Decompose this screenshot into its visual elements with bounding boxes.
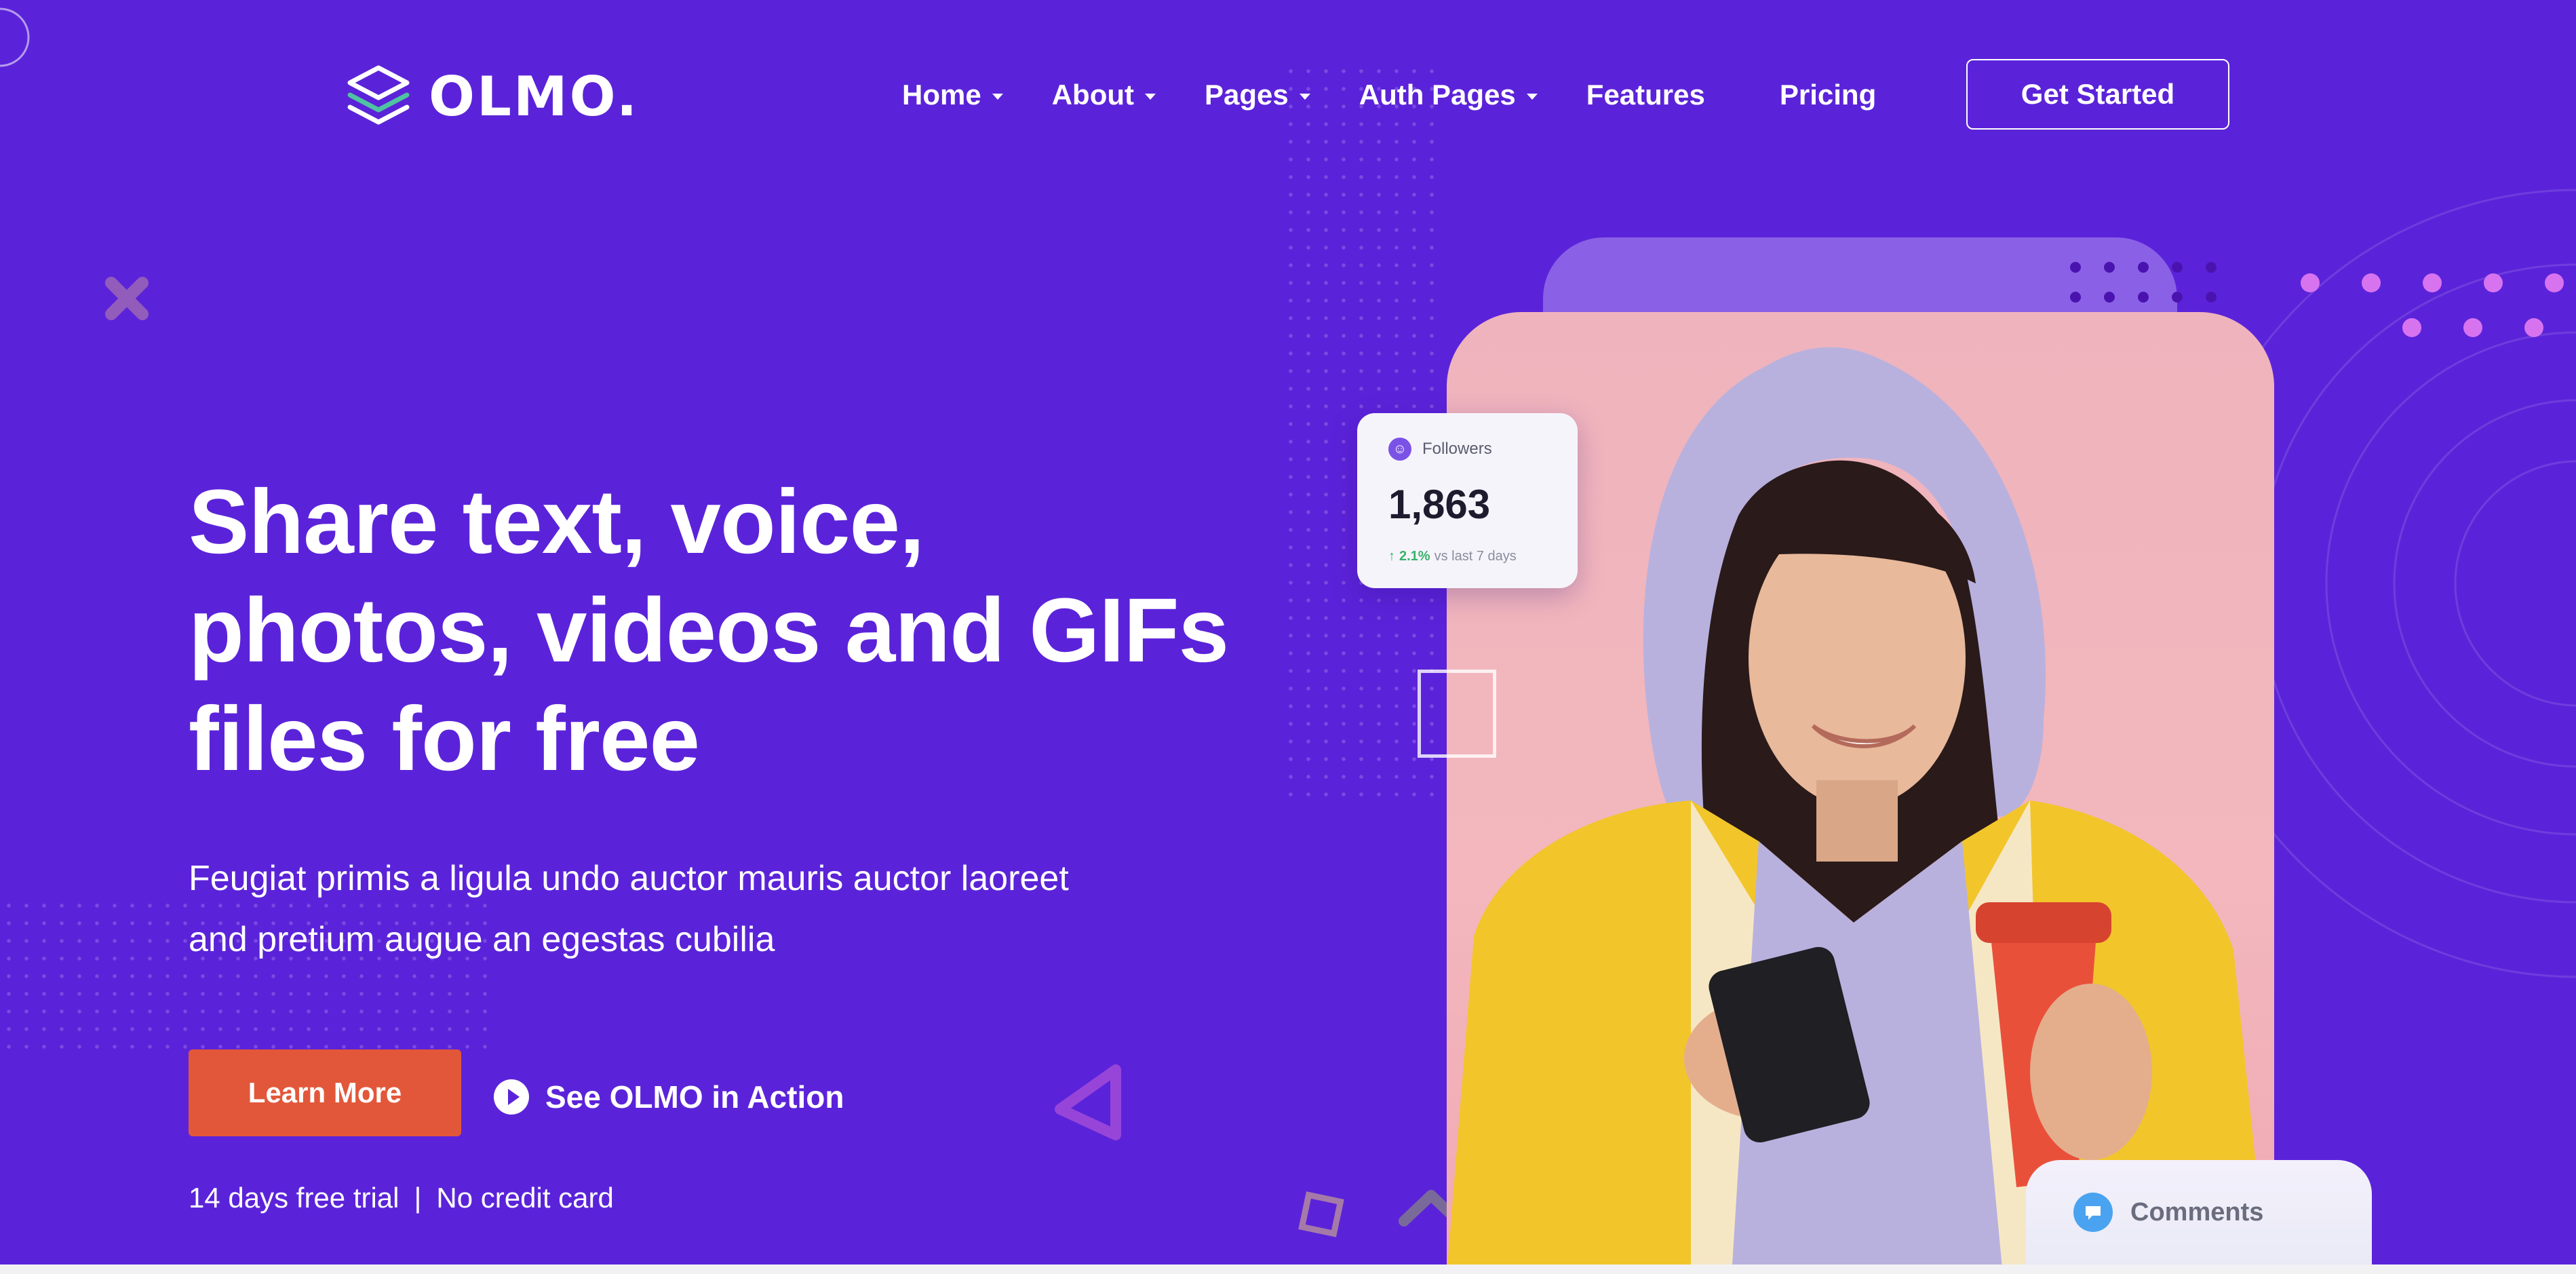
brand-name: OLMO. xyxy=(429,64,640,128)
arrow-up-icon: ↑ xyxy=(1388,549,1395,564)
dot-cluster-pink xyxy=(2301,273,2564,337)
nav-item-pages[interactable]: Pages xyxy=(1205,79,1310,111)
nav-item-home[interactable]: Home xyxy=(902,79,1003,111)
corner-circle-decoration xyxy=(0,7,30,67)
comments-row: Comments xyxy=(2073,1193,2263,1232)
hero-title-line: Share text, voice, xyxy=(189,471,924,573)
trend-period: vs last 7 days xyxy=(1434,549,1517,564)
trial-text: 14 days free trial xyxy=(189,1182,399,1214)
landing-page: OLMO. Home About Pages Auth Pages Featur… xyxy=(0,0,2576,1274)
nav-item-features[interactable]: Features xyxy=(1586,79,1705,111)
triangle-shape-decoration xyxy=(1055,1064,1121,1140)
hero-title: Share text, voice, photos, videos and GI… xyxy=(189,468,1301,794)
trial-info: 14 days free trial | No credit card xyxy=(189,1182,614,1214)
get-started-button[interactable]: Get Started xyxy=(1966,59,2229,130)
hero-subtitle-line: Feugiat primis a ligula undo auctor maur… xyxy=(189,859,1069,898)
watch-video-link[interactable]: See OLMO in Action xyxy=(494,1073,844,1121)
square-shape-decoration xyxy=(1298,1191,1344,1237)
comments-label: Comments xyxy=(2130,1197,2264,1227)
chat-bubble-icon xyxy=(2073,1193,2113,1232)
brand-logo[interactable]: OLMO. xyxy=(345,62,639,130)
followers-label: Followers xyxy=(1422,440,1492,458)
followers-stat-card: ☺ Followers 1,863 ↑ 2.1% vs last 7 days xyxy=(1357,413,1578,588)
followers-count: 1,863 xyxy=(1388,482,1491,527)
hero-title-line: files for free xyxy=(189,689,700,790)
comments-card: Comments xyxy=(2026,1160,2372,1274)
learn-more-button[interactable]: Learn More xyxy=(189,1049,461,1136)
followers-trend: ↑ 2.1% vs last 7 days xyxy=(1388,549,1517,564)
chevron-down-icon xyxy=(1299,93,1310,100)
cross-shape-decoration xyxy=(105,277,149,320)
followers-header: ☺ Followers xyxy=(1388,438,1492,461)
nav-item-auth-pages[interactable]: Auth Pages xyxy=(1359,79,1538,111)
chevron-down-icon xyxy=(1526,93,1538,100)
chevron-down-icon xyxy=(992,93,1003,100)
hero-title-line: photos, videos and GIFs xyxy=(189,580,1229,681)
hero-subtitle: Feugiat primis a ligula undo auctor maur… xyxy=(189,848,1206,970)
separator: | xyxy=(414,1182,422,1214)
layers-icon xyxy=(347,65,410,125)
nav-item-label: Home xyxy=(902,79,981,111)
trend-percent: 2.1% xyxy=(1399,549,1430,564)
nav-item-label: About xyxy=(1051,79,1134,111)
main-nav: Home About Pages Auth Pages Features Pri… xyxy=(902,68,1925,122)
nav-item-label: Pricing xyxy=(1779,79,1877,111)
play-icon xyxy=(494,1079,529,1115)
watch-video-label: See OLMO in Action xyxy=(545,1079,844,1115)
nav-item-label: Features xyxy=(1586,79,1705,111)
page-bottom-edge xyxy=(0,1265,2576,1274)
chevron-down-icon xyxy=(1145,93,1156,100)
hero-subtitle-line: and pretium augue an egestas cubilia xyxy=(189,920,775,959)
nav-item-label: Auth Pages xyxy=(1359,79,1516,111)
nav-item-about[interactable]: About xyxy=(1052,79,1156,111)
nav-item-label: Pages xyxy=(1205,79,1289,111)
outline-square-decoration xyxy=(1418,670,1496,758)
nav-item-pricing[interactable]: Pricing xyxy=(1780,79,1876,111)
user-icon: ☺ xyxy=(1388,438,1411,461)
no-card-text: No credit card xyxy=(436,1182,614,1214)
